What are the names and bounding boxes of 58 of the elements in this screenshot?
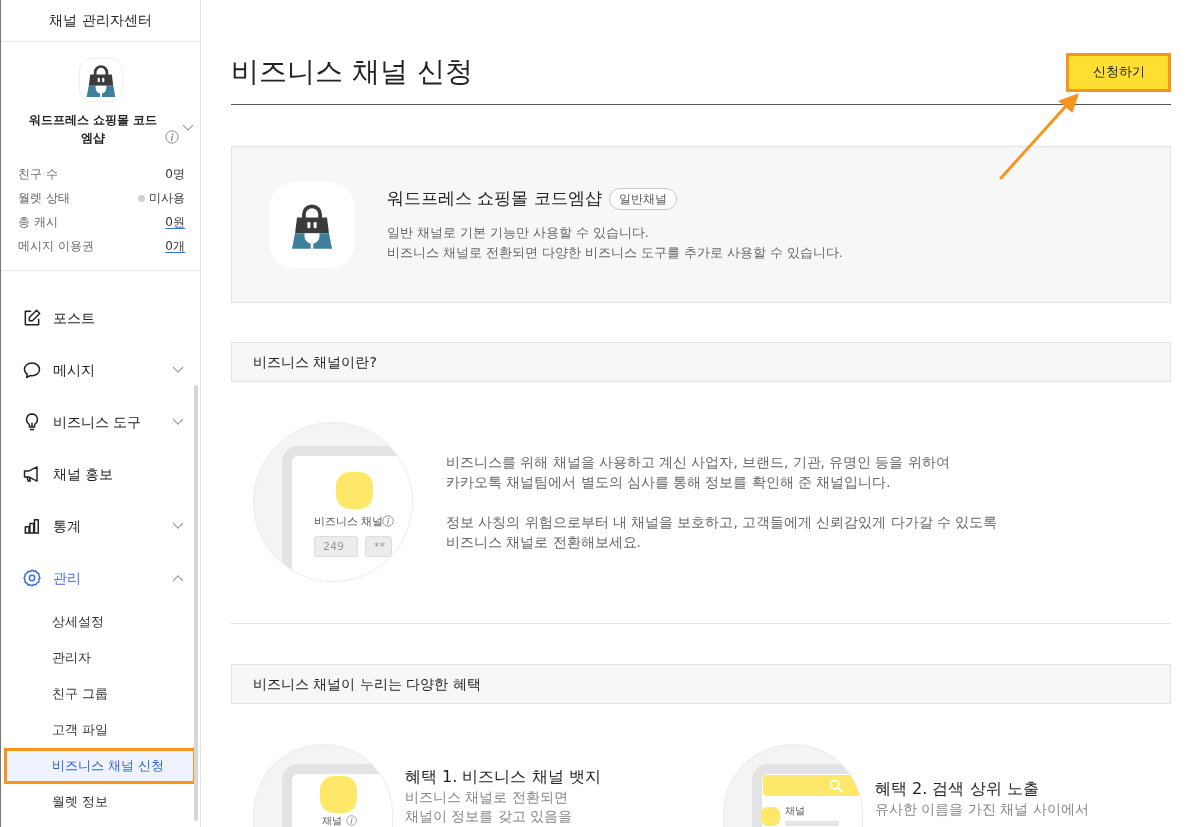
submenu-item[interactable]: 관리자 [4, 640, 196, 676]
edit-icon [22, 308, 42, 328]
benefit-description: 유사한 이름을 가진 채널 사이에서 [875, 800, 1089, 819]
section-heading: 비즈니스 채널이란? [231, 342, 1171, 382]
stat-label: 메시지 이용권 [18, 238, 94, 255]
chat-bubble-icon [22, 360, 42, 380]
info-icon [346, 815, 357, 826]
bar-chart-icon [22, 516, 42, 536]
info-icon [382, 515, 394, 527]
stat-link[interactable]: 0원 [165, 213, 185, 231]
sidebar-title: 채널 관리자센터 [1, 0, 200, 42]
stat-link[interactable]: 0개 [165, 237, 185, 255]
stat-value: 미사용 [149, 190, 185, 207]
channel-logo-icon [269, 181, 355, 268]
submenu-item[interactable]: 상세설정 [4, 604, 196, 640]
settings-icon [22, 568, 42, 588]
submenu-item[interactable]: 월렛 정보 [4, 784, 196, 820]
status-dot-icon [138, 194, 145, 202]
description-paragraph: 비즈니스를 위해 채널을 사용하고 계신 사업자, 브랜드, 기관, 유명인 등을 위하여 카카오톡 채널팀에서 별도의 심사를 통해 정보를 확인해 준 채널입니다. [446, 453, 951, 492]
channel-label: 채널 [322, 814, 342, 827]
description-paragraph: 정보 사칭의 위험으로부터 내 채널을 보호하고, 고객들에게 신뢰감있게 다가갈 수 있도록 비즈니스 채널로 전환해보세요. [446, 513, 998, 552]
menu-item[interactable]: 비즈니스 도구 [1, 396, 200, 448]
expand-chevron-icon[interactable] [172, 522, 184, 530]
page-title: 비즈니스 채널 신청 [231, 54, 473, 90]
submenu-item[interactable]: 비즈니스 채널 신청 [4, 748, 196, 784]
section-heading: 비즈니스 채널이 누리는 다양한 혜택 [231, 664, 1171, 704]
apply-button[interactable]: 신청하기 [1066, 52, 1171, 92]
stat-field: 249 [314, 536, 358, 557]
stat-label: 친구 수 [18, 166, 58, 183]
expand-chevron-icon[interactable] [172, 418, 184, 426]
stat-value: 0명 [165, 166, 185, 183]
search-icon [829, 779, 843, 793]
submenu-item[interactable]: 친구 그룹 [4, 676, 196, 712]
submenu-item[interactable]: 고객 파일 [4, 712, 196, 748]
stat-field: ** [365, 536, 392, 557]
info-icon[interactable] [165, 130, 179, 144]
channel-label: 비즈니스 채널 [314, 514, 384, 528]
collapse-chevron-icon[interactable] [172, 574, 184, 582]
channel-label: 채널 [785, 804, 805, 818]
text-line-placeholder [785, 821, 839, 826]
stat-label: 총 캐시 [18, 214, 58, 231]
channel-logo-icon [78, 58, 123, 102]
benefit-description: 비즈니스 채널로 전환되면 채널이 정보를 갖고 있음을 [405, 788, 574, 826]
scrollbar-thumb[interactable] [194, 385, 198, 821]
benefit-title: 혜택 1. 비즈니스 채널 뱃지 [405, 766, 601, 788]
channel-description: 일반 채널로 기본 기능만 사용할 수 있습니다. 비즈니스 채널로 전환되면 다양한 비즈니스 도구를 추가로 사용할 수 있습니다. [387, 223, 843, 262]
benefit-title: 혜택 2. 검색 상위 노출 [875, 778, 1040, 800]
menu-item[interactable]: 메시지 [1, 344, 200, 396]
channel-name: 워드프레스 쇼핑몰 코드엠샵 [27, 112, 159, 147]
menu-item[interactable]: 포스트 [1, 292, 200, 344]
channel-type-tag: 일반채널 [608, 188, 677, 210]
dropdown-chevron-icon[interactable] [182, 124, 194, 132]
menu-item[interactable]: 관리 [1, 552, 200, 604]
stat-label: 월렛 상태 [18, 190, 70, 207]
channel-name: 워드프레스 쇼핑몰 코드엠샵 [387, 187, 602, 211]
menu-item[interactable]: 채널 홍보 [1, 448, 200, 500]
expand-chevron-icon[interactable] [172, 366, 184, 374]
menu-item[interactable]: 통계 [1, 500, 200, 552]
